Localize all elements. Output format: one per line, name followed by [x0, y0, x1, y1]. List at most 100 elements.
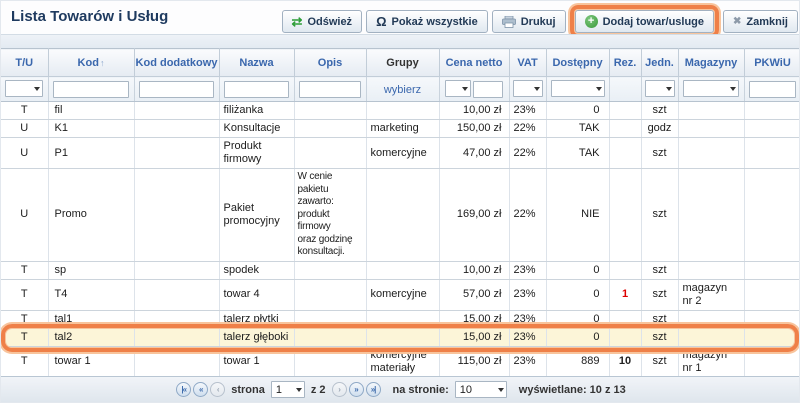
- cell-rez: [609, 328, 641, 346]
- filter-pkwiu-input[interactable]: [749, 81, 796, 98]
- table-row[interactable]: U P1 Produkt firmowy komercyjne 47,00 zł…: [1, 138, 800, 169]
- add-product-button[interactable]: + Dodaj towar/usluge: [575, 10, 714, 33]
- filter-magazyny-select[interactable]: [683, 80, 739, 97]
- table-row[interactable]: U K1 Konsultacje marketing 150,00 zł 22%…: [1, 120, 800, 138]
- table-row[interactable]: T tal2 talerz głęboki 15,00 zł 23% 0 szt: [1, 328, 800, 346]
- col-header-vat[interactable]: VAT: [509, 49, 546, 77]
- cell-kod-dodatkowy: [134, 102, 219, 120]
- cell-pkwiu: [744, 346, 800, 377]
- cell-kod-dodatkowy: [134, 120, 219, 138]
- cell-rez: [609, 310, 641, 328]
- cell-pkwiu: [744, 310, 800, 328]
- col-header-kod[interactable]: Kod↑: [48, 49, 134, 77]
- cell-nazwa: talerz głęboki: [219, 328, 294, 346]
- chevron-down-icon: [462, 87, 468, 91]
- cell-pkwiu: [744, 169, 800, 262]
- cell-magazyny: magazyn nr 1: [678, 346, 744, 377]
- cell-vat: 22%: [509, 120, 546, 138]
- table-body: T fil filiżanka 10,00 zł 23% 0 szt U K1 …: [1, 102, 800, 403]
- col-header-cena-netto[interactable]: Cena netto: [439, 49, 509, 77]
- table-row[interactable]: T sp spodek 10,00 zł 23% 0 szt: [1, 261, 800, 279]
- cell-vat: 23%: [509, 261, 546, 279]
- table-row[interactable]: T tal1 talerz płytki 15,00 zł 23% 0 szt: [1, 310, 800, 328]
- cell-magazyny: [678, 328, 744, 346]
- cell-opis: [294, 261, 366, 279]
- cell-kod: fil: [48, 102, 134, 120]
- table-row[interactable]: U Promo Pakiet promocyjny W cenie pakiet…: [1, 169, 800, 262]
- filter-cena-operator-select[interactable]: [445, 80, 471, 97]
- cell-magazyny: magazyn nr 2: [678, 279, 744, 310]
- col-header-kod-dodatkowy[interactable]: Kod dodatkowy: [134, 49, 219, 77]
- filter-jedn-select[interactable]: [645, 80, 675, 97]
- col-header-dostepny[interactable]: Dostępny: [546, 49, 609, 77]
- close-button[interactable]: ✖ Zamknij: [723, 10, 798, 33]
- table-row[interactable]: T towar 1 towar 1 komercyjne materiały 1…: [1, 346, 800, 377]
- fast-prev-page-button[interactable]: «: [193, 382, 208, 397]
- print-button[interactable]: Drukuj: [492, 10, 566, 33]
- col-header-tu[interactable]: T/U: [1, 49, 48, 77]
- filter-cena-input[interactable]: [473, 81, 503, 98]
- cell-dostepny: 0: [546, 310, 609, 328]
- per-page-select[interactable]: 10: [455, 381, 507, 398]
- col-header-opis[interactable]: Opis: [294, 49, 366, 77]
- filter-vat-select[interactable]: [513, 80, 543, 97]
- products-table-wrap: T/U Kod↑ Kod dodatkowy Nazwa Opis Grupy …: [1, 48, 800, 403]
- table-row[interactable]: T fil filiżanka 10,00 zł 23% 0 szt: [1, 102, 800, 120]
- next-page-button[interactable]: ›: [332, 382, 347, 397]
- cell-jedn: szt: [641, 346, 678, 377]
- pagination-bar: |« « ‹ strona 1 z 2 › » »| na stronie: 1…: [1, 376, 800, 402]
- refresh-button[interactable]: ⇄ Odśwież: [282, 10, 363, 33]
- filter-tu-select[interactable]: [5, 80, 43, 97]
- cell-opis: [294, 328, 366, 346]
- cell-jedn: szt: [641, 328, 678, 346]
- col-header-magazyny[interactable]: Magazyny: [678, 49, 744, 77]
- print-label: Drukuj: [521, 16, 556, 28]
- cell-dostepny: 0: [546, 261, 609, 279]
- cell-kod: towar 1: [48, 346, 134, 377]
- first-page-button[interactable]: |«: [176, 382, 191, 397]
- cell-kod-dodatkowy: [134, 169, 219, 262]
- cell-opis: [294, 346, 366, 377]
- filter-row: wybierz: [1, 77, 800, 102]
- col-header-rez[interactable]: Rez.: [609, 49, 641, 77]
- cell-kod: P1: [48, 138, 134, 169]
- filter-kod-dodatkowy-input[interactable]: [139, 81, 214, 98]
- cell-tu: U: [1, 120, 48, 138]
- col-header-pkwiu[interactable]: PKWiU: [744, 49, 800, 77]
- page-select[interactable]: 1: [271, 381, 305, 398]
- show-all-button[interactable]: Ω Pokaż wszystkie: [366, 10, 488, 33]
- plus-icon: +: [585, 15, 598, 28]
- prev-page-button[interactable]: ‹: [210, 382, 225, 397]
- cell-kod-dodatkowy: [134, 328, 219, 346]
- cell-kod-dodatkowy: [134, 261, 219, 279]
- cell-jedn: godz: [641, 120, 678, 138]
- cell-cena-netto: 15,00 zł: [439, 310, 509, 328]
- filter-nazwa-input[interactable]: [224, 81, 289, 98]
- cell-rez: [609, 261, 641, 279]
- cell-nazwa: towar 4: [219, 279, 294, 310]
- table-row[interactable]: T T4 towar 4 komercyjne 57,00 zł 23% 0 1…: [1, 279, 800, 310]
- col-header-nazwa[interactable]: Nazwa: [219, 49, 294, 77]
- chevron-down-icon: [498, 388, 504, 392]
- cell-pkwiu: [744, 120, 800, 138]
- refresh-label: Odśwież: [307, 16, 352, 28]
- cell-kod-dodatkowy: [134, 279, 219, 310]
- cell-magazyny: [678, 102, 744, 120]
- filter-kod-input[interactable]: [53, 81, 129, 98]
- cell-cena-netto: 150,00 zł: [439, 120, 509, 138]
- cell-opis: W cenie pakietu zawarto: produkt firmowy…: [294, 169, 366, 262]
- cell-tu: T: [1, 328, 48, 346]
- cell-kod: K1: [48, 120, 134, 138]
- cell-rez: [609, 102, 641, 120]
- chevron-down-icon: [296, 388, 302, 392]
- filter-dostepny-select[interactable]: [551, 80, 605, 97]
- filter-grupy-link[interactable]: wybierz: [384, 84, 421, 96]
- cell-nazwa: Konsultacje: [219, 120, 294, 138]
- last-page-button[interactable]: »|: [366, 382, 381, 397]
- cell-cena-netto: 115,00 zł: [439, 346, 509, 377]
- cell-vat: 23%: [509, 328, 546, 346]
- filter-opis-input[interactable]: [299, 81, 361, 98]
- col-header-jedn[interactable]: Jedn.: [641, 49, 678, 77]
- fast-next-page-button[interactable]: »: [349, 382, 364, 397]
- cell-magazyny: [678, 138, 744, 169]
